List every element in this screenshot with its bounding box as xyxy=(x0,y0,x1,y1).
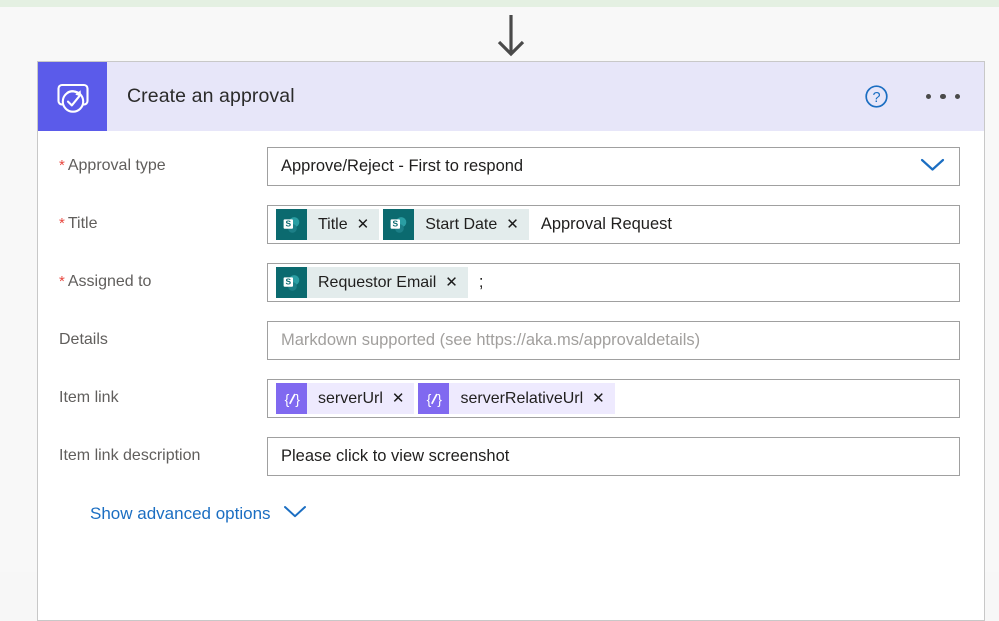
help-circle-icon[interactable]: ? xyxy=(864,84,890,110)
assigned-to-input[interactable]: S Requestor Email ✕ ; xyxy=(267,263,960,302)
page-title: Create an approval xyxy=(127,85,295,107)
show-advanced-options-label: Show advanced options xyxy=(90,504,271,523)
field-label-approval-type: * Approval type xyxy=(59,157,166,174)
close-icon[interactable]: ✕ xyxy=(592,383,615,414)
svg-text:S: S xyxy=(285,276,291,286)
token-label: serverRelativeUrl xyxy=(460,390,584,407)
field-label-details: Details xyxy=(59,331,108,348)
token-chip[interactable]: S Title ✕ xyxy=(276,209,380,240)
chevron-down-icon[interactable] xyxy=(283,505,307,523)
token-label: Start Date xyxy=(425,216,498,233)
card-header[interactable]: Create an approval ? xyxy=(38,62,984,131)
sharepoint-icon: S xyxy=(276,209,307,240)
token-chip[interactable]: S Start Date ✕ xyxy=(383,209,529,240)
token-label: Requestor Email xyxy=(318,274,437,291)
svg-text:{: { xyxy=(427,391,432,407)
field-row-item-link: Item link { } serverUrl ✕ {} serverRela… xyxy=(59,379,960,418)
item-link-description-value: Please click to view screenshot xyxy=(281,447,510,465)
arrow-down-icon xyxy=(494,15,528,57)
field-row-details: Details Markdown supported (see https://… xyxy=(59,321,960,360)
svg-text:}: } xyxy=(295,391,300,407)
assigned-to-trailing-text: ; xyxy=(478,273,484,291)
item-link-description-input[interactable]: Please click to view screenshot xyxy=(267,437,960,476)
close-icon[interactable]: ✕ xyxy=(445,267,468,298)
svg-text:{: { xyxy=(284,391,289,407)
svg-text:}: } xyxy=(437,391,442,407)
card-body: * Approval type Approve/Reject - First to… xyxy=(38,147,984,524)
approval-type-dropdown[interactable]: Approve/Reject - First to respond xyxy=(267,147,960,186)
approval-action-card: Create an approval ? * Approval type App… xyxy=(37,61,985,621)
required-asterisk: * xyxy=(59,215,65,232)
page-top-accent-strip xyxy=(0,0,999,7)
token-body: serverRelativeUrl ✕ xyxy=(449,383,615,414)
title-input[interactable]: S Title ✕ S Start Date ✕ Approval Reques… xyxy=(267,205,960,244)
expression-icon: { } xyxy=(276,383,307,414)
token-chip[interactable]: S Requestor Email ✕ xyxy=(276,267,468,298)
approval-type-value: Approve/Reject - First to respond xyxy=(281,157,524,175)
token-chip[interactable]: { } serverRelativeUrl ✕ xyxy=(418,383,615,414)
more-ellipsis-icon[interactable] xyxy=(918,88,969,106)
field-label-item-link: Item link xyxy=(59,389,119,406)
expression-icon: { } xyxy=(418,383,450,414)
token-label: Title xyxy=(318,216,348,233)
svg-text:?: ? xyxy=(872,90,880,106)
svg-text:S: S xyxy=(285,218,291,228)
token-body: Start Date ✕ xyxy=(414,209,529,240)
token-body: serverUrl ✕ xyxy=(307,383,415,414)
sharepoint-icon: S xyxy=(383,209,415,240)
close-icon[interactable]: ✕ xyxy=(357,209,380,240)
show-advanced-options-link[interactable]: Show advanced options xyxy=(90,504,307,524)
token-chip[interactable]: { } serverUrl ✕ xyxy=(276,383,415,414)
close-icon[interactable]: ✕ xyxy=(392,383,415,414)
field-label-assigned-to: * Assigned to xyxy=(59,273,152,290)
token-label: serverUrl xyxy=(318,390,383,407)
chevron-down-icon[interactable] xyxy=(920,157,945,176)
approval-icon xyxy=(38,62,107,131)
required-asterisk: * xyxy=(59,273,65,290)
header-actions: ? xyxy=(864,62,969,131)
field-row-item-link-description: Item link description Please click to vi… xyxy=(59,437,960,476)
close-icon[interactable]: ✕ xyxy=(506,209,529,240)
flow-canvas: Create an approval ? * Approval type App… xyxy=(0,7,999,621)
sharepoint-icon: S xyxy=(276,267,307,298)
token-body: Title ✕ xyxy=(307,209,380,240)
details-placeholder: Markdown supported (see https://aka.ms/a… xyxy=(281,331,701,349)
required-asterisk: * xyxy=(59,157,65,174)
field-row-approval-type: * Approval type Approve/Reject - First to… xyxy=(59,147,960,186)
token-body: Requestor Email ✕ xyxy=(307,267,468,298)
details-input[interactable]: Markdown supported (see https://aka.ms/a… xyxy=(267,321,960,360)
field-label-title: * Title xyxy=(59,215,98,232)
field-label-item-link-description: Item link description xyxy=(59,447,201,464)
item-link-input[interactable]: { } serverUrl ✕ {} serverRelativeUrl ✕ xyxy=(267,379,960,418)
svg-text:S: S xyxy=(392,218,398,228)
field-row-assigned-to: * Assigned to S Requestor Email ✕ ; xyxy=(59,263,960,302)
title-trailing-text: Approval Request xyxy=(540,215,672,233)
field-row-title: * Title S Title ✕ S Start Date ✕ Approva… xyxy=(59,205,960,244)
